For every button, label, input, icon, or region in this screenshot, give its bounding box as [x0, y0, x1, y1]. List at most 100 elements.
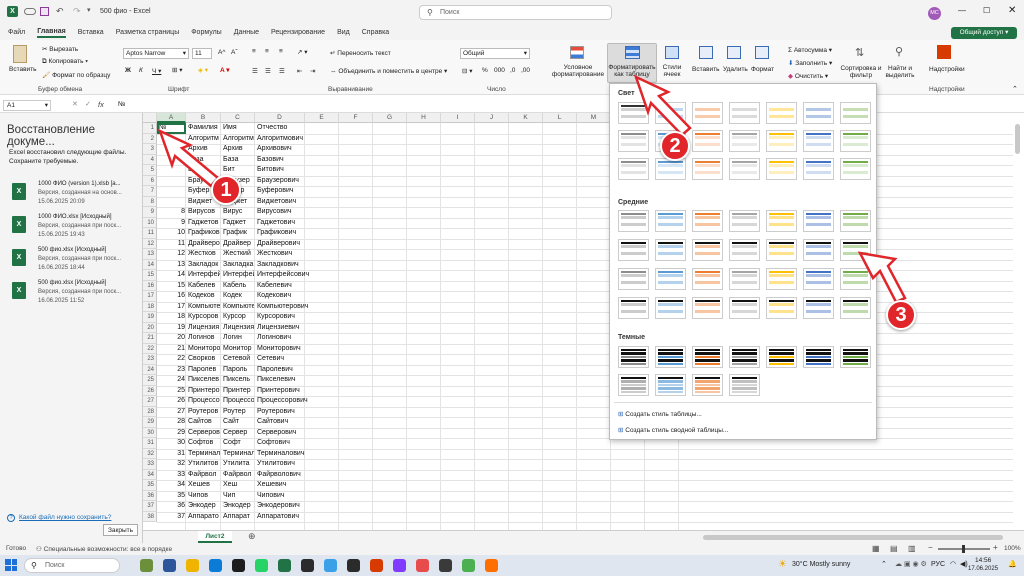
- ribbon-collapse-icon[interactable]: ⌃: [1012, 85, 1018, 93]
- row-header[interactable]: 32: [143, 448, 157, 459]
- cell[interactable]: Интерфейсович: [257, 270, 327, 281]
- row-header[interactable]: 24: [143, 364, 157, 375]
- column-header[interactable]: D: [255, 113, 305, 123]
- row-header[interactable]: 29: [143, 417, 157, 428]
- page-break-icon[interactable]: ▥: [908, 544, 916, 553]
- cell[interactable]: Утилита: [223, 459, 254, 470]
- row-header[interactable]: 20: [143, 322, 157, 333]
- cell[interactable]: Жесткович: [257, 249, 327, 260]
- language-indicator[interactable]: РУС: [931, 561, 945, 568]
- table-style-swatch[interactable]: [655, 346, 686, 368]
- format-cells-button[interactable]: Формат: [751, 66, 774, 73]
- table-style-swatch[interactable]: [803, 268, 834, 290]
- cell[interactable]: 23: [159, 365, 185, 376]
- recovered-file-item[interactable]: X 500 фио.xlsx [Исходный] Версия, создан…: [0, 280, 142, 312]
- volume-icon[interactable]: ◀): [960, 560, 968, 568]
- cell[interactable]: Фамилия: [188, 123, 220, 134]
- zoom-thumb[interactable]: [962, 545, 965, 553]
- cell[interactable]: 31: [159, 449, 185, 460]
- recovery-close-button[interactable]: Закрыть: [103, 524, 138, 536]
- wifi-icon[interactable]: ◠: [950, 560, 956, 568]
- orientation-icon[interactable]: ↗ ▾: [297, 48, 308, 56]
- column-header[interactable]: A: [157, 113, 186, 123]
- cell[interactable]: Буферович: [257, 186, 327, 197]
- underline-icon[interactable]: Ч ▾: [152, 67, 161, 75]
- cell[interactable]: Терминал: [188, 449, 220, 460]
- row-header[interactable]: 38: [143, 511, 157, 522]
- cell[interactable]: Файрволович: [257, 470, 327, 481]
- cell[interactable]: Аппарат: [223, 512, 254, 523]
- find-select-button[interactable]: Найти и выделить: [882, 65, 918, 79]
- cell[interactable]: Хешев: [188, 480, 220, 491]
- table-style-swatch[interactable]: [803, 297, 834, 319]
- cell[interactable]: 16: [159, 291, 185, 302]
- row-header[interactable]: 18: [143, 301, 157, 312]
- table-style-swatch[interactable]: [803, 239, 834, 261]
- addins-button[interactable]: Надстройки: [929, 66, 965, 73]
- row-header[interactable]: 13: [143, 249, 157, 260]
- table-style-swatch[interactable]: [618, 102, 649, 124]
- cell[interactable]: 8: [159, 207, 185, 218]
- cell[interactable]: 10: [159, 228, 185, 239]
- table-style-swatch[interactable]: [655, 374, 686, 396]
- cell[interactable]: 33: [159, 470, 185, 481]
- column-header[interactable]: F: [339, 113, 373, 123]
- table-style-swatch[interactable]: [692, 268, 723, 290]
- cell[interactable]: 36: [159, 501, 185, 512]
- cell[interactable]: База: [223, 155, 254, 166]
- table-style-swatch[interactable]: [840, 158, 871, 180]
- taskbar-app-icon[interactable]: [232, 559, 245, 572]
- search-box[interactable]: ⚲ Поиск: [419, 5, 612, 20]
- cell[interactable]: Лицензия: [188, 323, 220, 334]
- table-style-swatch[interactable]: [692, 239, 723, 261]
- cell[interactable]: 18: [159, 312, 185, 323]
- cell[interactable]: 9: [159, 218, 185, 229]
- cell[interactable]: Пиксель: [223, 375, 254, 386]
- cell[interactable]: Архив: [223, 144, 254, 155]
- table-style-swatch[interactable]: [766, 210, 797, 232]
- cell[interactable]: Графикович: [257, 228, 327, 239]
- column-header[interactable]: B: [186, 113, 221, 123]
- row-header[interactable]: 2: [143, 133, 157, 144]
- column-header[interactable]: H: [407, 113, 441, 123]
- cell[interactable]: 17: [159, 302, 185, 313]
- row-header[interactable]: 27: [143, 396, 157, 407]
- cell[interactable]: Софтович: [257, 438, 327, 449]
- taskbar-app-icon[interactable]: [163, 559, 176, 572]
- taskbar-app-icon[interactable]: [278, 559, 291, 572]
- user-avatar[interactable]: МС: [928, 7, 941, 20]
- taskbar-app-icon[interactable]: [186, 559, 199, 572]
- cell[interactable]: Имя: [223, 123, 254, 134]
- cell[interactable]: Сворков: [188, 354, 220, 365]
- cell[interactable]: Курсорович: [257, 312, 327, 323]
- table-style-swatch[interactable]: [766, 102, 797, 124]
- cell[interactable]: [159, 144, 185, 155]
- fill-button[interactable]: ⬇ Заполнить ▾: [788, 59, 832, 67]
- align-right-icon[interactable]: ☰: [279, 67, 285, 75]
- row-header[interactable]: 28: [143, 406, 157, 417]
- cell[interactable]: Софтов: [188, 438, 220, 449]
- autosum-button[interactable]: Σ Автосумма ▾: [788, 46, 832, 54]
- cell[interactable]: Сайтович: [257, 417, 327, 428]
- cell[interactable]: [159, 134, 185, 145]
- table-style-swatch[interactable]: [618, 297, 649, 319]
- cell[interactable]: Утилитов: [188, 459, 220, 470]
- cell[interactable]: Софт: [223, 438, 254, 449]
- table-style-swatch[interactable]: [692, 158, 723, 180]
- table-style-swatch[interactable]: [729, 158, 760, 180]
- cell[interactable]: [159, 165, 185, 176]
- column-header[interactable]: J: [475, 113, 509, 123]
- row-header[interactable]: 3: [143, 144, 157, 155]
- tab-2[interactable]: Вставка: [78, 29, 104, 36]
- undo-icon[interactable]: ↶: [56, 6, 64, 17]
- cell[interactable]: 28: [159, 417, 185, 428]
- column-header[interactable]: L: [543, 113, 577, 123]
- cell[interactable]: [159, 155, 185, 166]
- table-style-swatch[interactable]: [840, 268, 871, 290]
- cell[interactable]: Хеш: [223, 480, 254, 491]
- cell[interactable]: Сайт: [223, 417, 254, 428]
- cell[interactable]: Файрвол: [188, 470, 220, 481]
- align-top-icon[interactable]: ≡: [252, 48, 256, 55]
- cell[interactable]: Мониторо: [188, 344, 220, 355]
- start-icon[interactable]: [5, 559, 17, 571]
